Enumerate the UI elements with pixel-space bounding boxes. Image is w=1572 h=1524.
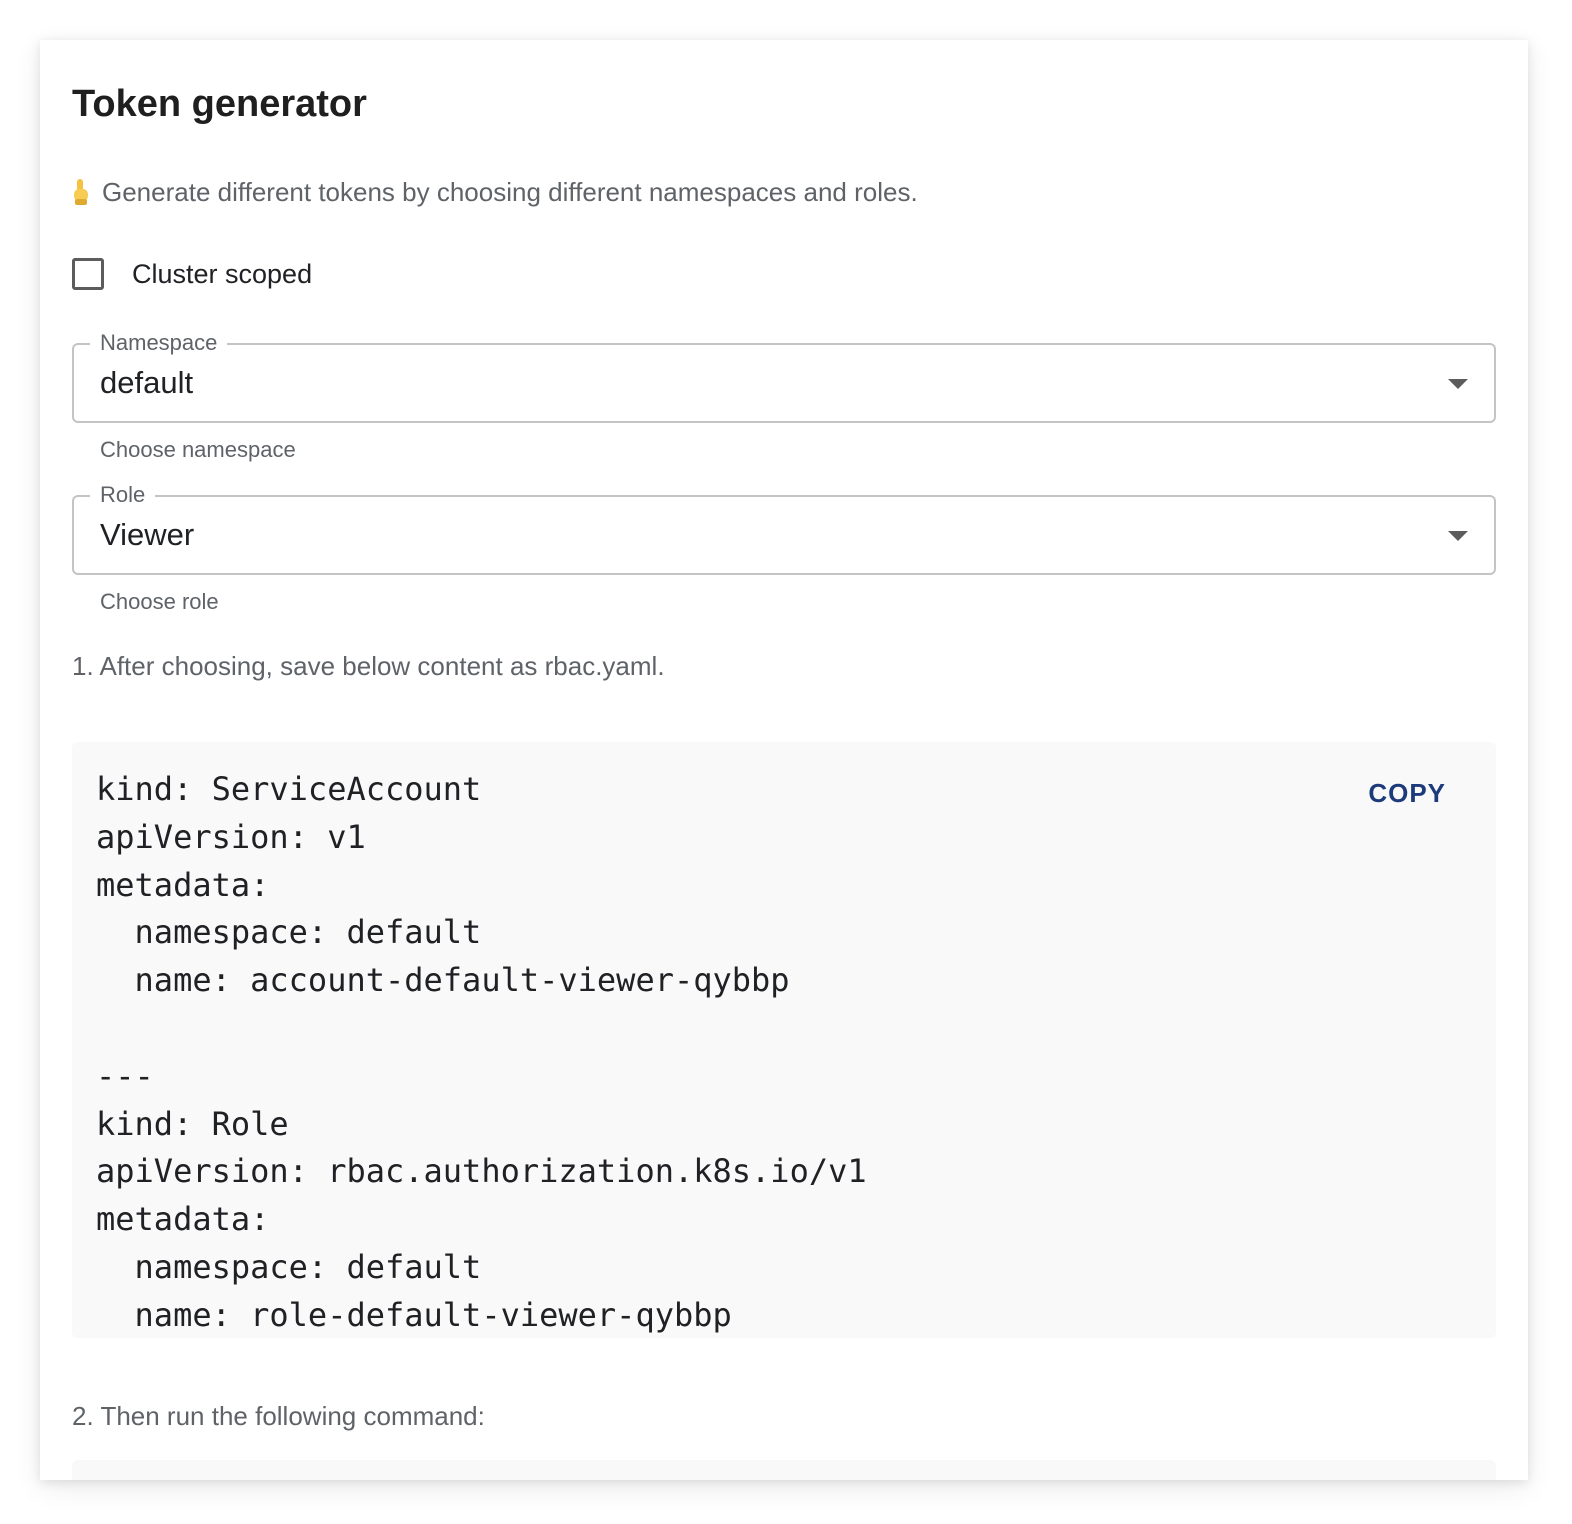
namespace-helper-text: Choose namespace <box>100 437 296 462</box>
role-select[interactable]: Role Viewer <box>72 481 1496 575</box>
token-generator-card: Token generator Generate different token… <box>40 40 1528 1480</box>
intro-text: Generate different tokens by choosing di… <box>102 177 918 207</box>
copy-button[interactable]: COPY <box>1354 772 1460 815</box>
step-1-text: 1. After choosing, save below content as… <box>72 651 665 681</box>
role-label: Role <box>90 481 156 509</box>
cluster-scoped-label: Cluster scoped <box>132 258 313 289</box>
cluster-scoped-checkbox[interactable] <box>72 258 104 290</box>
cluster-scoped-checkbox-row[interactable]: Cluster scoped <box>72 258 312 290</box>
caret-down-icon[interactable] <box>1448 531 1468 541</box>
pointing-down-hand-icon <box>72 177 90 207</box>
command-code-block <box>72 1460 1496 1480</box>
rbac-yaml-code: kind: ServiceAccount apiVersion: v1 meta… <box>96 770 867 1334</box>
namespace-label: Namespace <box>90 329 228 357</box>
namespace-value: default <box>100 365 194 400</box>
role-value: Viewer <box>100 517 195 552</box>
namespace-select[interactable]: Namespace default <box>72 329 1496 423</box>
rbac-yaml-code-block: kind: ServiceAccount apiVersion: v1 meta… <box>72 742 1496 1338</box>
page-title: Token generator <box>72 83 367 125</box>
caret-down-icon[interactable] <box>1448 379 1468 389</box>
intro-text-row: Generate different tokens by choosing di… <box>72 174 918 210</box>
role-helper-text: Choose role <box>100 589 219 614</box>
step-2-text: 2. Then run the following command: <box>72 1401 485 1431</box>
